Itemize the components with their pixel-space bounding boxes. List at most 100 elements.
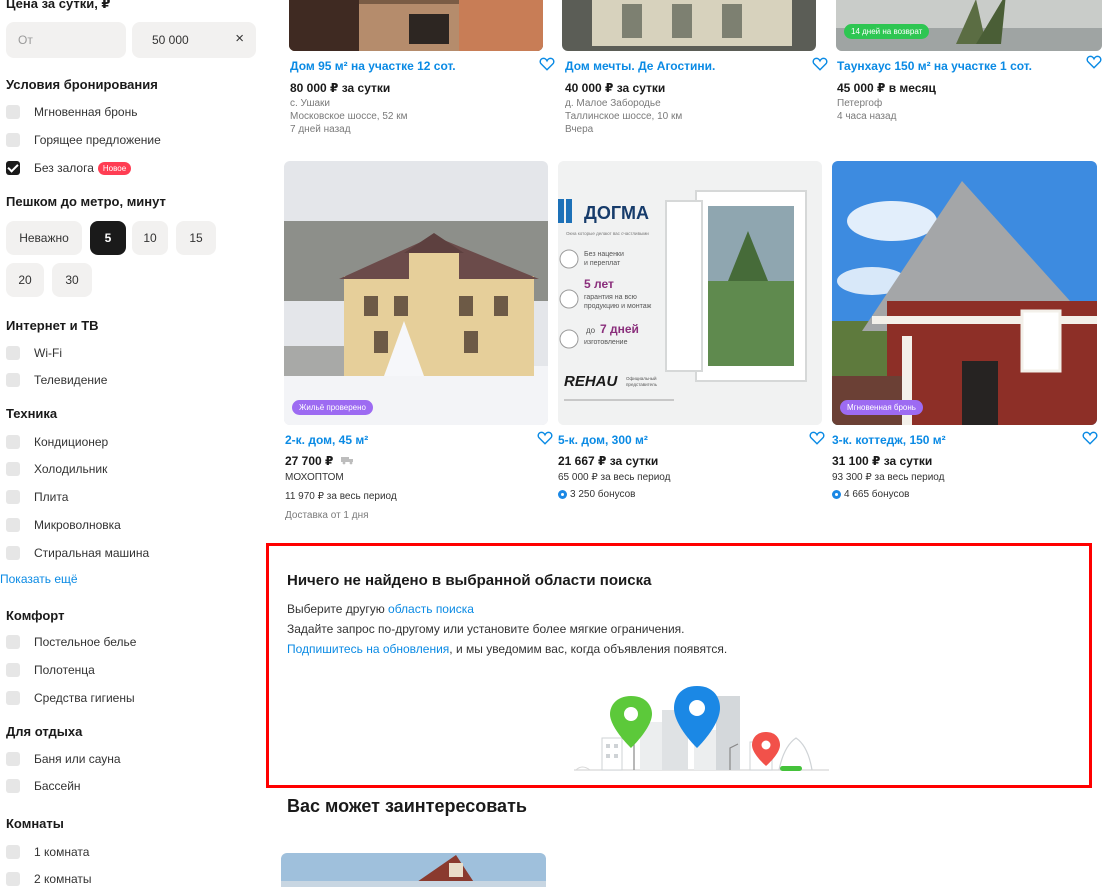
comfort-filter-title: Комфорт (6, 608, 65, 623)
show-more-link[interactable]: Показать ещё (0, 572, 78, 586)
listing-road: Таллинское шоссе, 10 км (565, 111, 683, 122)
checkbox-icon[interactable] (6, 691, 20, 705)
delivery-truck-icon (340, 457, 353, 465)
checkbox-icon[interactable] (6, 546, 20, 560)
ad-banner[interactable]: ДОГМА Окна которые делают вас счастливым… (558, 161, 822, 425)
new-badge: Новое (97, 161, 132, 175)
listing-price: 21 667 ₽ за сутки (558, 454, 659, 468)
favorite-heart-icon[interactable] (809, 431, 825, 445)
instant-booking-tag: Мгновенная бронь (840, 400, 923, 415)
checkbox-icon[interactable] (6, 490, 20, 504)
ad-feature-3b: изготовление (584, 339, 628, 346)
ad-feature-3-prefix: до (586, 326, 596, 335)
checkbox-label: Стиральная машина (34, 546, 150, 560)
checkbox-ac[interactable]: Кондиционер (6, 433, 108, 451)
checkbox-icon[interactable] (6, 779, 20, 793)
checkbox-label: Горящее предложение (34, 133, 161, 147)
checkbox-bedding[interactable]: Постельное белье (6, 633, 136, 651)
listing-photo[interactable]: 14 дней на возврат (836, 0, 1102, 51)
checkbox-icon[interactable] (6, 133, 20, 147)
favorite-heart-icon[interactable] (1082, 431, 1098, 445)
search-area-link[interactable]: область поиска (388, 602, 474, 616)
metro-option-15[interactable]: 15 (176, 221, 216, 255)
checkbox-icon[interactable] (6, 872, 20, 886)
checkbox-icon[interactable] (6, 752, 20, 766)
delivery-info: Доставка от 1 дня (285, 510, 369, 521)
listing-price: 27 700 ₽ (285, 454, 355, 468)
checkbox-no-deposit[interactable]: Без залога Новое (6, 159, 132, 177)
checkbox-icon[interactable] (6, 105, 20, 119)
price-to-value: 50 000 (152, 33, 189, 47)
checkbox-icon[interactable] (6, 518, 20, 532)
listing-photo[interactable] (289, 0, 543, 51)
checkbox-label: Бассейн (34, 779, 81, 793)
favorite-heart-icon[interactable] (537, 431, 553, 445)
metro-option-30[interactable]: 30 (52, 263, 92, 297)
price-filter-title: Цена за сутки, ₽ (6, 0, 111, 11)
listing-photo[interactable] (562, 0, 816, 51)
ad-subtitle: Окна которые делают вас счастливыми (566, 231, 649, 236)
listing-title-link[interactable]: 3-к. коттедж, 150 м² (832, 433, 946, 447)
listing-title-link[interactable]: Дом 95 м² на участке 12 сот. (290, 59, 456, 73)
empty-results-panel: Ничего не найдено в выбранной области по… (266, 543, 1092, 788)
checkbox-sauna[interactable]: Баня или сауна (6, 750, 121, 768)
checkbox-label: Баня или сауна (34, 752, 121, 766)
bonus-amount: 3 250 бонусов (570, 489, 636, 500)
checkbox-icon[interactable] (6, 462, 20, 476)
checkbox-label: Постельное белье (34, 635, 137, 649)
checkbox-icon[interactable] (6, 435, 20, 449)
subscribe-link[interactable]: Подпишитесь на обновления (287, 642, 449, 656)
total-period-price: 93 300 ₽ за весь период (832, 472, 945, 483)
checkbox-wifi[interactable]: Wi-Fi (6, 344, 62, 362)
empty-results-title: Ничего не найдено в выбранной области по… (287, 572, 652, 589)
checkbox-hot-offer[interactable]: Горящее предложение (6, 131, 161, 149)
listing-title-link[interactable]: Дом мечты. Де Агостини. (565, 59, 715, 73)
favorite-heart-icon[interactable] (539, 57, 555, 71)
favorite-heart-icon[interactable] (812, 57, 828, 71)
listing-date: 4 часа назад (837, 111, 897, 122)
checkbox-stove[interactable]: Плита (6, 488, 68, 506)
listing-title-link[interactable]: Таунхаус 150 м² на участке 1 сот. (837, 59, 1032, 73)
metro-option-any[interactable]: Неважно (6, 221, 82, 255)
booking-filter-title: Условия бронирования (6, 77, 158, 92)
checkbox-towels[interactable]: Полотенца (6, 661, 95, 679)
listing-title-link[interactable]: 5-к. дом, 300 м² (558, 433, 648, 447)
checkbox-tv[interactable]: Телевидение (6, 371, 107, 389)
checkbox-fridge[interactable]: Холодильник (6, 460, 107, 478)
checkbox-icon[interactable] (6, 663, 20, 677)
ad-banner-art: ДОГМА Окна которые делают вас счастливым… (558, 161, 822, 425)
metro-option-20[interactable]: 20 (6, 263, 44, 297)
checkbox-icon[interactable] (6, 635, 20, 649)
metro-option-5[interactable]: 5 (90, 221, 126, 255)
empty-line-3: Подпишитесь на обновления, и мы уведомим… (287, 642, 727, 656)
listing-price: 80 000 ₽ за сутки (290, 81, 391, 95)
favorite-heart-icon[interactable] (1086, 55, 1102, 69)
listing-road: Московское шоссе, 52 км (290, 111, 408, 122)
listing-photo[interactable]: Мгновенная бронь (832, 161, 1097, 425)
checkbox-hygiene[interactable]: Средства гигиены (6, 689, 135, 707)
checkbox-microwave[interactable]: Микроволновка (6, 516, 121, 534)
price-to-input[interactable]: 50 000 × (132, 22, 256, 58)
checkbox-checked-icon[interactable] (6, 161, 20, 175)
metro-option-10[interactable]: 10 (132, 221, 168, 255)
checkbox-icon[interactable] (6, 373, 20, 387)
checkbox-washer[interactable]: Стиральная машина (6, 544, 149, 562)
recommendation-photo-art (281, 853, 546, 887)
checkbox-icon[interactable] (6, 346, 20, 360)
listing-photo-art (289, 0, 543, 51)
checkbox-label: Плита (34, 490, 69, 504)
empty-line-3-text: , и мы уведомим вас, когда объявления по… (449, 642, 728, 656)
checkbox-icon[interactable] (6, 845, 20, 859)
clear-icon[interactable]: × (235, 30, 244, 47)
ad-feature-1: Без наценки (584, 251, 624, 258)
price-from-placeholder: От (18, 33, 33, 47)
recommendation-photo[interactable] (281, 853, 546, 887)
listing-photo[interactable]: Жильё проверено (284, 161, 548, 425)
listing-title-link[interactable]: 2-к. дом, 45 м² (285, 433, 368, 447)
bonus-info: 4 665 бонусов (832, 489, 910, 500)
price-from-input[interactable]: От (6, 22, 126, 58)
checkbox-instant-booking[interactable]: Мгновенная бронь (6, 103, 137, 121)
checkbox-pool[interactable]: Бассейн (6, 777, 81, 795)
checkbox-rooms-1[interactable]: 1 комната (6, 843, 89, 861)
checkbox-rooms-2[interactable]: 2 комнаты (6, 870, 91, 887)
